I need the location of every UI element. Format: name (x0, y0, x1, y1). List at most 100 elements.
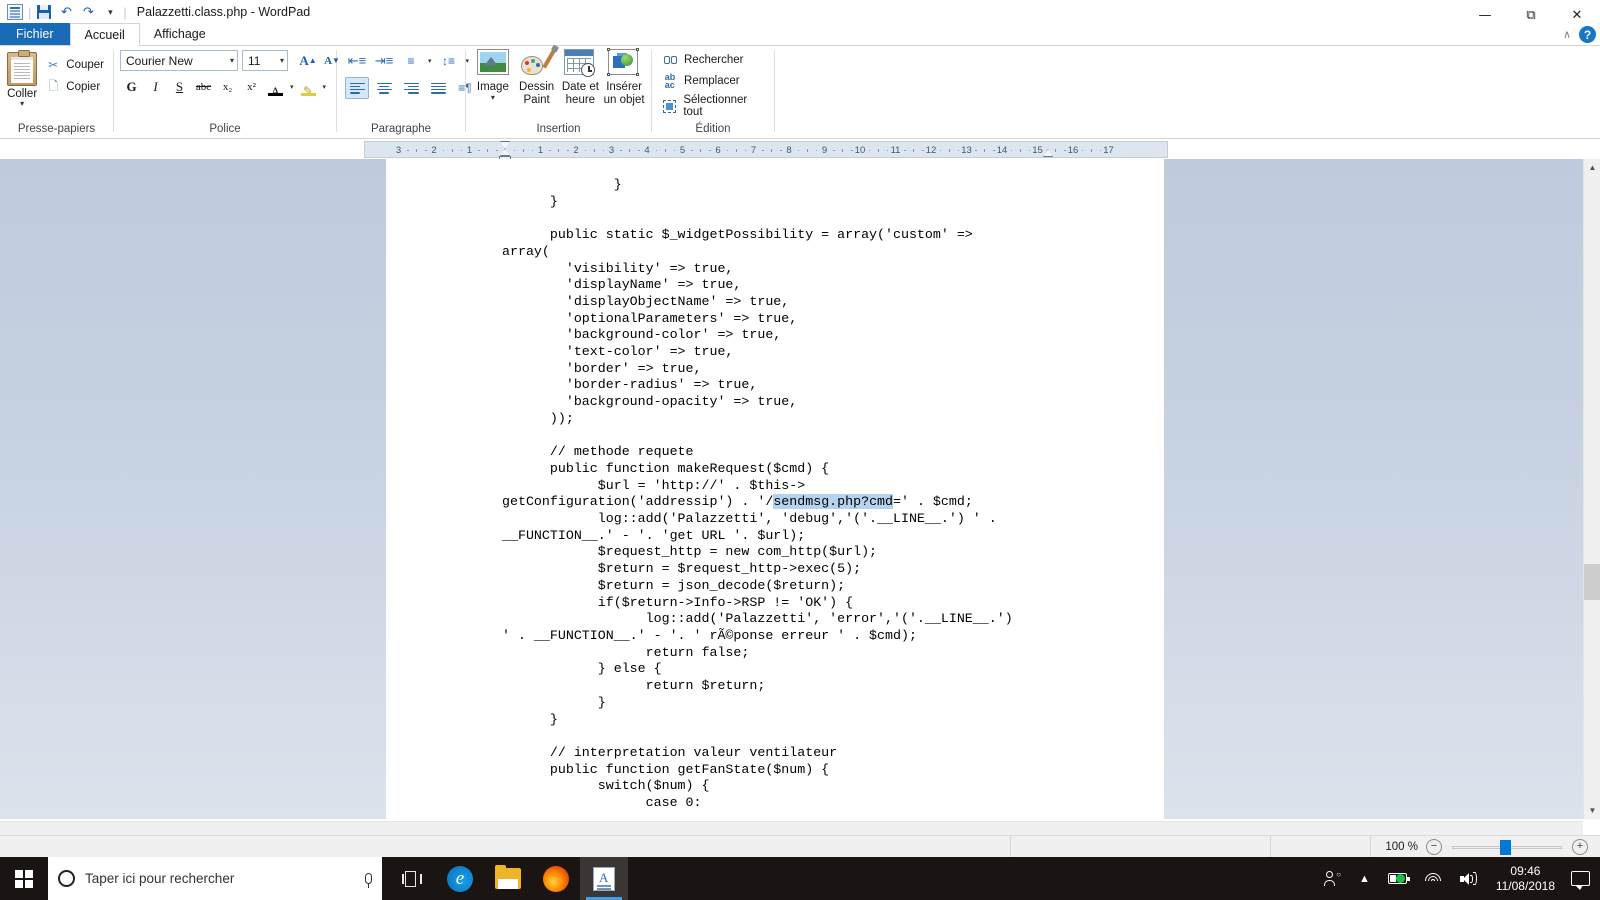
insert-image-button[interactable]: Image ▾ (472, 49, 514, 102)
highlight-color-swatch (300, 93, 316, 96)
tab-accueil[interactable]: Accueil (69, 23, 140, 46)
superscript-button[interactable]: x² (240, 76, 263, 98)
font-group-label: Police (209, 123, 241, 135)
horizontal-ruler[interactable]: 3 2 1 1 2 3 4 5 6 7 8 9 10 11 12 13 14 15 16 17 (364, 141, 1168, 161)
font-name-chevron-down-icon[interactable]: ▾ (230, 51, 234, 70)
start-button[interactable] (0, 857, 48, 900)
volume-icon[interactable] (1451, 857, 1486, 900)
help-icon[interactable]: ? (1579, 26, 1596, 43)
people-icon[interactable]: ○ (1315, 857, 1350, 900)
cortana-circle-icon (58, 870, 75, 887)
ruler-tick (638, 149, 640, 151)
tray-time: 09:46 (1510, 863, 1541, 878)
cut-button[interactable]: ✂ Couper (42, 56, 107, 74)
ruler-tick (797, 149, 800, 151)
clock[interactable]: 09:46 11/08/2018 (1486, 857, 1565, 900)
qat-divider: | (28, 4, 32, 20)
highlight-chevron-down-icon[interactable]: ▾ (321, 83, 329, 91)
vertical-scroll-thumb[interactable] (1584, 564, 1600, 600)
ruler-tick (549, 149, 551, 151)
ruler-tick (629, 148, 631, 152)
align-center-icon[interactable] (372, 77, 396, 99)
wifi-icon[interactable] (1416, 857, 1451, 900)
decrease-indent-icon[interactable]: ⇤≡ (345, 50, 369, 72)
taskbar-search-box[interactable]: Taper ici pour rechercher (48, 857, 382, 900)
document-page[interactable]: } } public static $_widgetPossibility = … (386, 159, 1164, 819)
microphone-icon[interactable] (365, 873, 372, 888)
battery-icon[interactable] (1379, 857, 1416, 900)
replace-button[interactable]: ab ac Remplacer (660, 72, 742, 90)
ruler-tick (513, 149, 516, 151)
edge-icon[interactable]: e (436, 857, 484, 900)
font-size-chevron-down-icon[interactable]: ▾ (280, 51, 284, 70)
zoom-slider[interactable] (1452, 839, 1562, 855)
increase-indent-icon[interactable]: ⇥≡ (372, 50, 396, 72)
bullets-icon[interactable]: ≡ (399, 50, 423, 72)
binoculars-icon (662, 52, 678, 68)
collapse-ribbon-icon[interactable]: ∧ (1563, 28, 1571, 41)
tab-affichage[interactable]: Affichage (140, 23, 220, 45)
tray-date: 11/08/2018 (1495, 878, 1555, 893)
line-spacing-icon[interactable]: ↕≡ (437, 50, 461, 72)
ribbon-group-paragraph: ⇤≡ ⇥≡ ≡ ▾ ↕≡ ▾ ≡¶ Paragraphe (337, 46, 472, 138)
scroll-down-icon[interactable]: ▼ (1584, 802, 1600, 819)
insert-paint-drawing-button[interactable]: Dessin Paint (516, 49, 558, 107)
strikethrough-button[interactable]: abc (192, 76, 215, 98)
ribbon-filler (775, 46, 1600, 138)
show-hidden-icons-chevron[interactable]: ▲ (1350, 857, 1379, 900)
ruler-tick-label: 17 (1103, 144, 1114, 156)
paste-button[interactable]: Coller ▾ (6, 50, 38, 108)
document-text[interactable]: } } public static $_widgetPossibility = … (502, 177, 1202, 812)
save-icon[interactable] (33, 1, 55, 23)
action-center-icon[interactable] (1571, 871, 1590, 890)
task-view-icon[interactable] (388, 857, 436, 900)
ruler-tick (664, 148, 666, 152)
ruler-tick (531, 149, 534, 151)
ruler-tick (416, 148, 418, 152)
find-button[interactable]: Rechercher (660, 51, 745, 69)
highlight-button[interactable]: ✎ (297, 76, 320, 98)
font-name-combo[interactable]: Courier New ▾ (120, 50, 238, 71)
insert-image-chevron-down-icon[interactable]: ▾ (491, 94, 495, 102)
tab-fichier[interactable]: Fichier (0, 23, 70, 45)
status-segment-1 (1010, 835, 1270, 858)
subscript-button[interactable]: x₂ (216, 76, 239, 98)
customize-qat-icon[interactable]: ▾ (99, 1, 121, 23)
undo-icon[interactable]: ↶ (55, 1, 77, 23)
copy-button[interactable]: 🗋 Copier (42, 78, 107, 96)
vertical-scrollbar[interactable]: ▲ ▼ (1583, 159, 1600, 819)
scroll-up-icon[interactable]: ▲ (1584, 159, 1600, 176)
ruler-tick (451, 148, 453, 152)
align-left-icon[interactable] (345, 77, 369, 99)
wordpad-taskbar-icon[interactable] (580, 857, 628, 900)
text-color-button[interactable]: A (264, 76, 287, 98)
zoom-out-button[interactable]: − (1426, 838, 1442, 855)
selected-text[interactable]: sendmsg.php?cmd (773, 494, 894, 510)
file-explorer-icon[interactable] (484, 857, 532, 900)
select-all-button[interactable]: Sélectionner tout (660, 93, 768, 119)
zoom-in-button[interactable]: + (1572, 838, 1588, 855)
firefox-icon[interactable] (532, 857, 580, 900)
redo-icon[interactable]: ↷ (77, 1, 99, 23)
bullets-chevron-down-icon[interactable]: ▾ (426, 57, 434, 65)
font-size-combo[interactable]: 11 ▾ (242, 50, 288, 71)
ruler-tick (407, 149, 409, 151)
ribbon: Coller ▾ ✂ Couper 🗋 Copier Presse-papier… (0, 46, 1600, 139)
paste-dropdown-icon[interactable]: ▾ (20, 100, 24, 108)
ruler-tick (478, 149, 480, 151)
wordpad-document-icon[interactable] (4, 1, 26, 23)
ruler-tick (984, 148, 986, 152)
justify-icon[interactable] (426, 77, 450, 99)
grow-font-icon[interactable]: A ▲ (297, 50, 319, 71)
insert-date-time-button[interactable]: Date et heure (560, 49, 602, 107)
bold-button[interactable]: G (120, 76, 143, 98)
ribbon-tabs: Fichier Accueil Affichage (0, 23, 1600, 46)
insert-object-button[interactable]: Insérer un objet (603, 48, 645, 107)
underline-button[interactable]: S (168, 76, 191, 98)
zoom-slider-thumb[interactable] (1500, 839, 1511, 855)
image-icon (476, 49, 509, 79)
text-color-chevron-down-icon[interactable]: ▾ (288, 83, 296, 91)
document-area[interactable]: } } public static $_widgetPossibility = … (0, 159, 1600, 819)
italic-button[interactable]: I (144, 76, 167, 98)
align-right-icon[interactable] (399, 77, 423, 99)
